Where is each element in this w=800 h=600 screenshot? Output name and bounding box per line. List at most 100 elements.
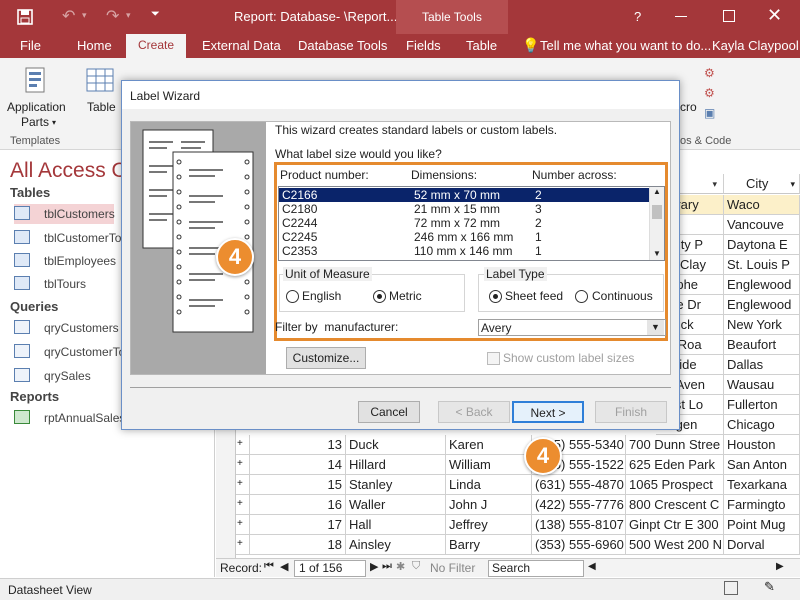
redo-dropdown-icon[interactable]: ▾ (126, 10, 131, 21)
cell-id[interactable]: 17 (250, 515, 346, 535)
column-header-city[interactable]: City ▾ (724, 174, 800, 194)
back-button[interactable]: < Back (438, 401, 510, 423)
cell-first-name[interactable]: William (446, 455, 532, 475)
tab-file[interactable]: File (20, 38, 41, 53)
expand-row-icon[interactable]: + (236, 435, 250, 455)
undo-dropdown-icon[interactable]: ▾ (82, 10, 87, 21)
cell-city[interactable]: San Anton (724, 455, 800, 475)
scroll-right-icon[interactable]: ▶ (776, 561, 784, 572)
tab-home[interactable]: Home (77, 38, 112, 53)
cell-phone[interactable]: (138) 555-8107 (532, 515, 626, 535)
save-icon[interactable] (16, 8, 34, 26)
cell-address[interactable]: 800 Crescent C (626, 495, 724, 515)
cell-last-name[interactable]: Stanley (346, 475, 446, 495)
cell-city[interactable]: Dallas (724, 355, 800, 375)
no-filter-button[interactable]: No Filter (430, 561, 475, 575)
user-name[interactable]: Kayla Claypool (712, 38, 799, 53)
cell-city[interactable]: Waco (724, 195, 800, 215)
table-button[interactable]: Table (87, 100, 116, 114)
expand-row-icon[interactable]: + (236, 455, 250, 475)
cell-first-name[interactable]: Karen (446, 435, 532, 455)
manufacturer-combo[interactable]: Avery ▼ (478, 319, 666, 336)
cell-city[interactable]: Point Mug (724, 515, 800, 535)
maximize-button[interactable] (723, 10, 735, 22)
design-view-icon[interactable]: ✎ (764, 579, 775, 595)
minimize-button[interactable] (675, 16, 687, 17)
radio-english[interactable] (286, 290, 299, 303)
undo-icon[interactable]: ↶ (62, 6, 75, 26)
redo-icon[interactable]: ↷ (106, 6, 119, 26)
chevron-down-icon[interactable]: ▼ (647, 320, 664, 335)
radio-sheet-feed-label[interactable]: Sheet feed (505, 289, 563, 303)
record-position-box[interactable]: 1 of 156 (294, 560, 366, 577)
finish-button[interactable]: Finish (595, 401, 667, 423)
application-parts-label2[interactable]: Parts (21, 115, 49, 129)
cell-last-name[interactable]: Waller (346, 495, 446, 515)
expand-row-icon[interactable]: + (236, 535, 250, 555)
cell-city[interactable]: Englewood (724, 295, 800, 315)
application-parts-dropdown-icon[interactable]: ▾ (52, 118, 56, 127)
radio-metric-label[interactable]: Metric (389, 289, 422, 303)
cell-city[interactable]: Farmingto (724, 495, 800, 515)
radio-english-label[interactable]: English (302, 289, 341, 303)
cell-city[interactable]: Texarkana (724, 475, 800, 495)
nav-item-tblcustomers[interactable]: tblCustomers (14, 204, 115, 224)
cell-city[interactable]: New York (724, 315, 800, 335)
search-input[interactable]: Search (488, 560, 584, 577)
sort-dropdown-icon[interactable]: ▾ (790, 179, 795, 190)
label-size-row[interactable]: C2166 52 mm x 70 mm 2 (279, 188, 651, 202)
label-size-row[interactable]: C2245 246 mm x 166 mm 1 (279, 230, 651, 244)
radio-sheet-feed[interactable] (489, 290, 502, 303)
cell-city[interactable]: Wausau (724, 375, 800, 395)
module-icon[interactable]: ⚙ (704, 66, 715, 80)
first-record-icon[interactable]: ⏮ (264, 560, 274, 573)
filter-icon[interactable]: ⛉ (412, 560, 420, 573)
cell-city[interactable]: Chicago (724, 415, 800, 435)
cell-city[interactable]: Fullerton (724, 395, 800, 415)
previous-record-icon[interactable]: ◀ (280, 560, 288, 573)
cell-phone[interactable]: (353) 555-6960 (532, 535, 626, 555)
show-custom-checkbox[interactable] (487, 352, 500, 365)
cancel-button[interactable]: Cancel (358, 401, 420, 423)
tab-create[interactable]: Create (126, 34, 186, 58)
cell-address[interactable]: 500 West 200 N (626, 535, 724, 555)
scroll-up-icon[interactable]: ▲ (653, 187, 661, 196)
cell-id[interactable]: 16 (250, 495, 346, 515)
label-size-row[interactable]: C2244 72 mm x 72 mm 2 (279, 216, 651, 230)
cell-address[interactable]: 700 Dunn Stree (626, 435, 724, 455)
tell-me-box[interactable]: Tell me what you want to do... (540, 38, 711, 53)
cell-phone[interactable]: (631) 555-4870 (532, 475, 626, 495)
tab-fields[interactable]: Fields (406, 38, 441, 53)
expand-row-icon[interactable]: + (236, 495, 250, 515)
cell-id[interactable]: 18 (250, 535, 346, 555)
tab-table[interactable]: Table (466, 38, 497, 53)
expand-row-icon[interactable]: + (236, 515, 250, 535)
cell-address[interactable]: Ginpt Ctr E 300 (626, 515, 724, 535)
macro-button[interactable]: cro (680, 100, 697, 114)
radio-continuous[interactable] (575, 290, 588, 303)
cell-city[interactable]: Daytona E (724, 235, 800, 255)
cell-first-name[interactable]: John J (446, 495, 532, 515)
cell-last-name[interactable]: Ainsley (346, 535, 446, 555)
datasheet-view-icon[interactable] (724, 581, 738, 595)
cell-last-name[interactable]: Hall (346, 515, 446, 535)
radio-continuous-label[interactable]: Continuous (592, 289, 653, 303)
tab-external-data[interactable]: External Data (202, 38, 281, 53)
scroll-thumb[interactable] (652, 205, 662, 219)
label-size-row[interactable]: C2180 21 mm x 15 mm 3 (279, 202, 651, 216)
customize-qat-icon[interactable]: ⏷ (151, 8, 160, 21)
cell-id[interactable]: 15 (250, 475, 346, 495)
help-button[interactable]: ? (634, 9, 641, 24)
last-record-icon[interactable]: ⏭ (382, 560, 392, 573)
class-module-icon[interactable]: ⚙ (704, 86, 715, 100)
scroll-down-icon[interactable]: ▼ (653, 249, 661, 258)
cell-city[interactable]: Beaufort (724, 335, 800, 355)
next-button[interactable]: Next > (512, 401, 584, 423)
cell-last-name[interactable]: Hillard (346, 455, 446, 475)
sort-dropdown-icon[interactable]: ▾ (712, 179, 717, 190)
label-size-list[interactable]: C2166 52 mm x 70 mm 2 C2180 21 mm x 15 mm 3 C2… (278, 186, 665, 261)
cell-id[interactable]: 14 (250, 455, 346, 475)
customize-button[interactable]: Customize... (286, 347, 366, 369)
cell-id[interactable]: 13 (250, 435, 346, 455)
visual-basic-icon[interactable]: ▣ (704, 106, 715, 120)
